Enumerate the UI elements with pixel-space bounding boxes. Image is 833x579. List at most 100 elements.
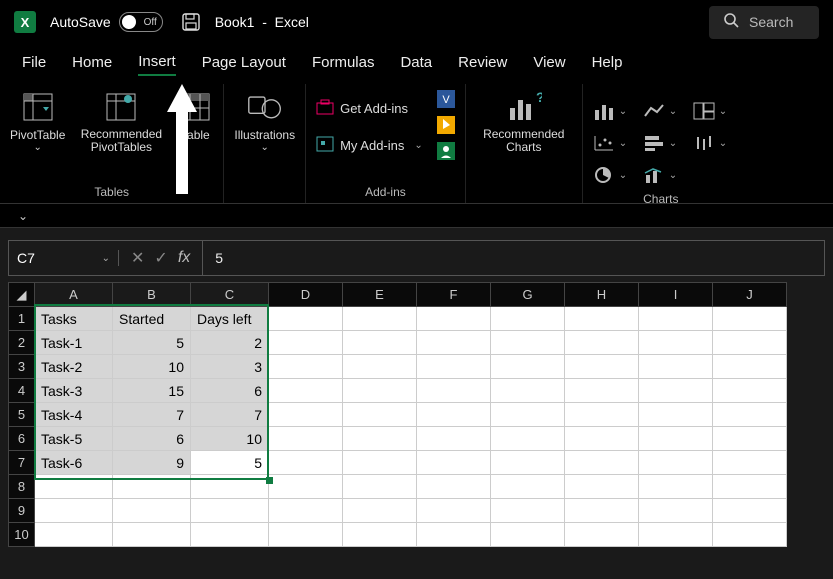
cell[interactable]: [565, 355, 639, 379]
cell[interactable]: [191, 523, 269, 547]
tab-page-layout[interactable]: Page Layout: [202, 54, 286, 75]
cell[interactable]: [417, 379, 491, 403]
table-button[interactable]: Table: [177, 90, 213, 142]
col-header[interactable]: B: [113, 283, 191, 307]
tab-review[interactable]: Review: [458, 54, 507, 75]
people-addin-icon[interactable]: [437, 142, 455, 160]
cell[interactable]: [713, 523, 787, 547]
cell[interactable]: 2: [191, 331, 269, 355]
cell[interactable]: [269, 499, 343, 523]
cell[interactable]: [343, 451, 417, 475]
cell[interactable]: [191, 475, 269, 499]
row-header[interactable]: 2: [9, 331, 35, 355]
col-header[interactable]: E: [343, 283, 417, 307]
col-header[interactable]: A: [35, 283, 113, 307]
cell[interactable]: [269, 331, 343, 355]
cell[interactable]: [713, 427, 787, 451]
cell[interactable]: Task-1: [35, 331, 113, 355]
recommended-pivot-button[interactable]: Recommended PivotTables: [75, 90, 167, 154]
cell[interactable]: Task-6: [35, 451, 113, 475]
enter-icon[interactable]: ✓: [154, 248, 167, 268]
line-chart-button[interactable]: ⌄: [643, 98, 679, 124]
cell[interactable]: [343, 403, 417, 427]
cell[interactable]: [639, 475, 713, 499]
spreadsheet-grid[interactable]: ◢ A B C D E F G H I J 1 Tasks Started Da…: [8, 282, 833, 547]
tab-data[interactable]: Data: [400, 54, 432, 75]
cell[interactable]: [491, 451, 565, 475]
cell[interactable]: Days left: [191, 307, 269, 331]
cell[interactable]: [35, 475, 113, 499]
tab-file[interactable]: File: [22, 54, 46, 75]
illustrations-button[interactable]: Illustrations ⌄: [234, 90, 295, 153]
row-header[interactable]: 8: [9, 475, 35, 499]
cell[interactable]: [713, 379, 787, 403]
cancel-icon[interactable]: ✕: [131, 248, 144, 268]
cell[interactable]: [417, 403, 491, 427]
row-header[interactable]: 6: [9, 427, 35, 451]
tab-formulas[interactable]: Formulas: [312, 54, 375, 75]
cell[interactable]: [269, 403, 343, 427]
cell[interactable]: [343, 331, 417, 355]
row-header[interactable]: 10: [9, 523, 35, 547]
column-chart-button[interactable]: ⌄: [593, 98, 629, 124]
col-header[interactable]: J: [713, 283, 787, 307]
cell[interactable]: [565, 451, 639, 475]
cell[interactable]: [565, 499, 639, 523]
combo-chart-button[interactable]: ⌄: [643, 162, 679, 188]
row-header[interactable]: 1: [9, 307, 35, 331]
autosave-control[interactable]: AutoSave Off: [50, 12, 163, 32]
cell[interactable]: [565, 427, 639, 451]
cell[interactable]: [343, 499, 417, 523]
search-box[interactable]: Search: [709, 6, 819, 39]
cell[interactable]: [713, 403, 787, 427]
pivot-table-button[interactable]: PivotTable ⌄: [10, 90, 65, 153]
get-addins-button[interactable]: Get Add-ins: [316, 96, 423, 121]
cell[interactable]: Tasks: [35, 307, 113, 331]
visio-addin-icon[interactable]: V: [437, 90, 455, 108]
cell[interactable]: 6: [113, 427, 191, 451]
cell[interactable]: [417, 331, 491, 355]
tab-home[interactable]: Home: [72, 54, 112, 75]
row-header[interactable]: 9: [9, 499, 35, 523]
collapse-ribbon-icon[interactable]: ⌄: [18, 209, 28, 223]
cell[interactable]: [343, 355, 417, 379]
cell[interactable]: [269, 355, 343, 379]
cell[interactable]: [491, 427, 565, 451]
cell[interactable]: [565, 403, 639, 427]
col-header[interactable]: C: [191, 283, 269, 307]
name-box[interactable]: C7 ⌄: [9, 250, 119, 266]
cell[interactable]: [491, 475, 565, 499]
cell[interactable]: [639, 403, 713, 427]
cell[interactable]: Task-5: [35, 427, 113, 451]
my-addins-button[interactable]: My Add-ins ⌄: [316, 133, 423, 158]
cell[interactable]: [639, 451, 713, 475]
cell[interactable]: [343, 475, 417, 499]
cell[interactable]: [417, 499, 491, 523]
stock-chart-button[interactable]: ⌄: [693, 130, 729, 156]
cell[interactable]: [113, 475, 191, 499]
cell[interactable]: [565, 379, 639, 403]
cell[interactable]: [565, 475, 639, 499]
formula-input[interactable]: 5: [203, 250, 824, 266]
cell[interactable]: 7: [113, 403, 191, 427]
cell[interactable]: 10: [113, 355, 191, 379]
cell[interactable]: [417, 427, 491, 451]
cell[interactable]: 6: [191, 379, 269, 403]
tab-insert[interactable]: Insert: [138, 53, 176, 76]
cell[interactable]: [417, 523, 491, 547]
cell[interactable]: [639, 355, 713, 379]
cell[interactable]: 15: [113, 379, 191, 403]
cell-active[interactable]: 5: [191, 451, 269, 475]
cell[interactable]: 3: [191, 355, 269, 379]
cell[interactable]: 10: [191, 427, 269, 451]
cell[interactable]: [269, 451, 343, 475]
row-header[interactable]: 3: [9, 355, 35, 379]
cell[interactable]: [565, 307, 639, 331]
cell[interactable]: [343, 379, 417, 403]
col-header[interactable]: D: [269, 283, 343, 307]
cell[interactable]: [269, 427, 343, 451]
cell[interactable]: Task-3: [35, 379, 113, 403]
cell[interactable]: [639, 379, 713, 403]
col-header[interactable]: G: [491, 283, 565, 307]
cell[interactable]: [565, 523, 639, 547]
